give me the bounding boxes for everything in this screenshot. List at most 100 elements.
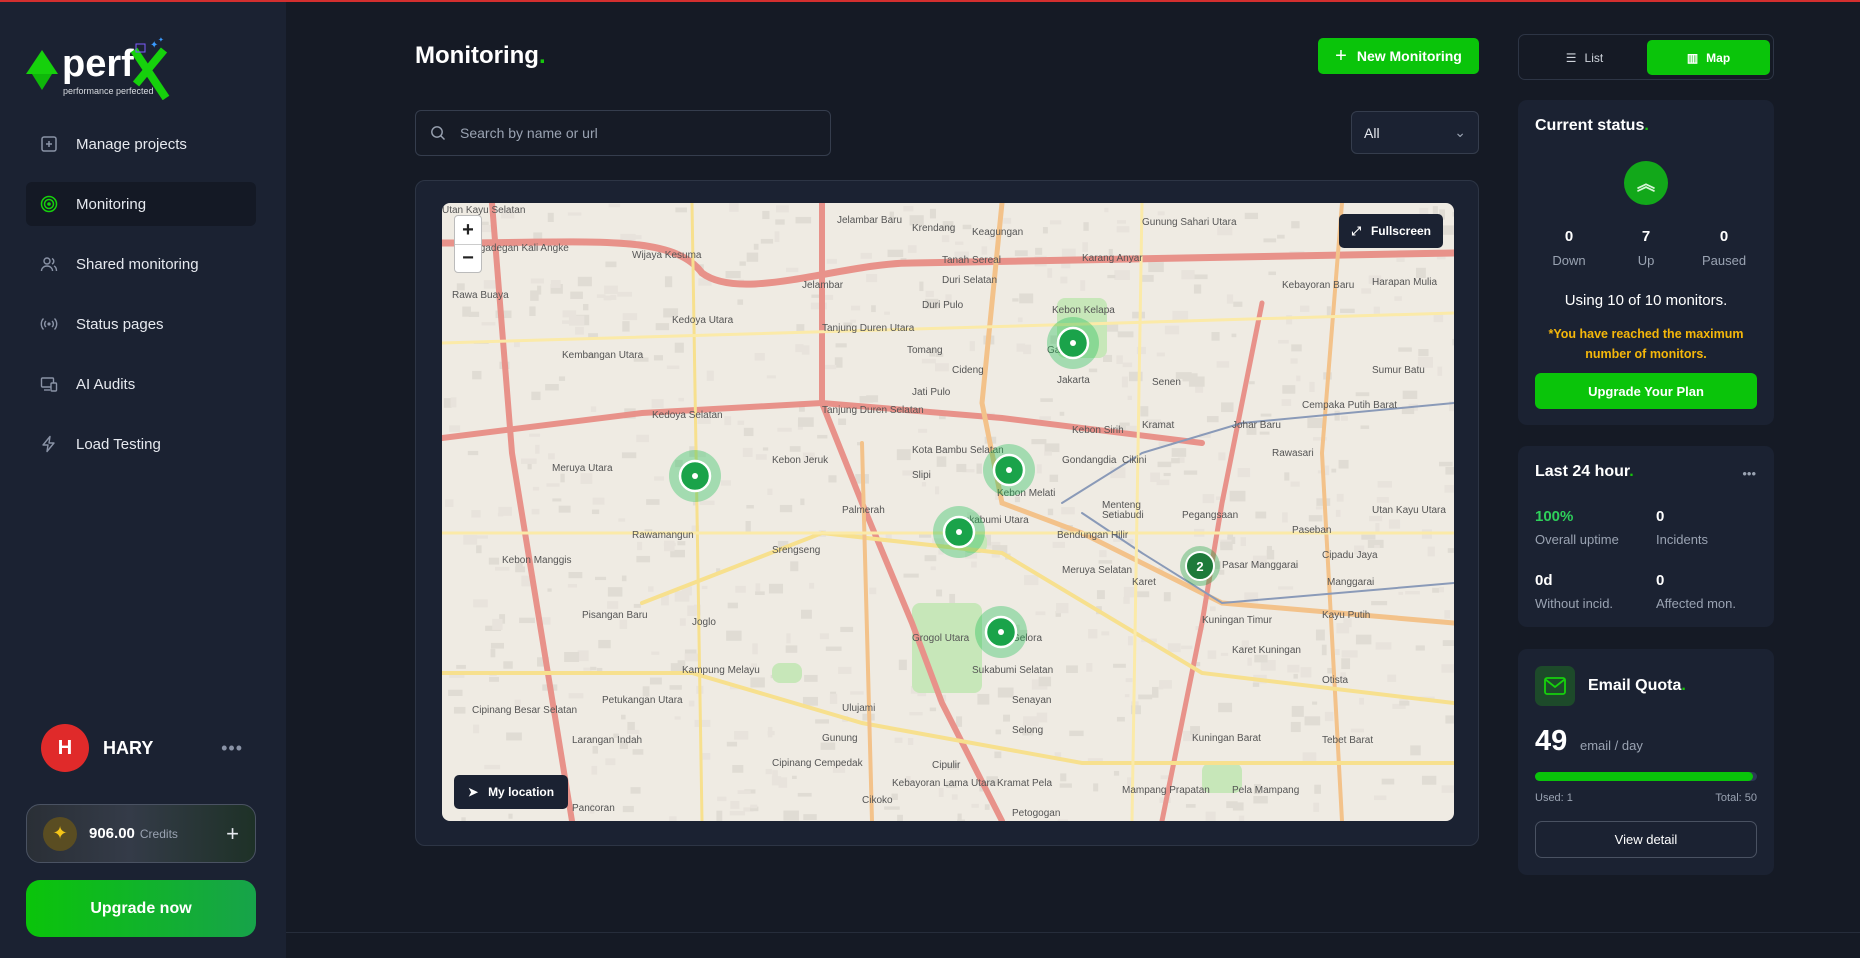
map-block [636, 555, 651, 563]
map-block [1369, 515, 1383, 522]
sidebar-item-load-testing[interactable]: Load Testing [26, 422, 256, 466]
map-block [971, 561, 977, 568]
map-block [1361, 288, 1372, 294]
zoom-in-button[interactable]: + [455, 216, 481, 244]
map-block [929, 707, 937, 712]
upgrade-now-button[interactable]: Upgrade now [26, 880, 256, 937]
map-block [994, 751, 1002, 759]
map-block [1308, 515, 1323, 522]
map-block [962, 224, 972, 230]
map-place-label: Petukangan Utara [602, 695, 683, 706]
map-block [529, 433, 541, 437]
map-block [490, 642, 504, 649]
map-block [1140, 274, 1154, 282]
upgrade-plan-button[interactable]: Upgrade Your Plan [1535, 373, 1757, 409]
sidebar-item-shared-monitoring[interactable]: Shared monitoring [26, 242, 256, 286]
user-profile[interactable]: H HARY ••• [41, 723, 251, 773]
devices-icon [40, 377, 58, 392]
sidebar-item-ai-audits[interactable]: AI Audits [26, 362, 256, 406]
search-input[interactable] [460, 125, 800, 141]
map-place-label: Gunung [822, 733, 858, 744]
map-block [1336, 493, 1344, 502]
map-place-label: Krendang [912, 223, 955, 234]
map-block [605, 261, 617, 268]
map-block [938, 787, 944, 797]
map-place-label: Kedoya Selatan [652, 410, 723, 421]
map-view-tab[interactable]: ▥ Map [1647, 40, 1770, 75]
map-block [726, 741, 738, 747]
map-block [1024, 575, 1039, 586]
map-block [669, 816, 677, 821]
list-view-tab[interactable]: ☰ List [1523, 40, 1646, 75]
fullscreen-button[interactable]: ⤢ Fullscreen [1339, 214, 1443, 248]
map-place-label: Tanjung Duren Selatan [822, 405, 924, 416]
new-monitoring-button[interactable]: + New Monitoring [1318, 38, 1479, 74]
map-block [1291, 705, 1304, 717]
map-block [473, 724, 480, 734]
without-incident-label: Without incid. [1535, 596, 1614, 611]
map-block [1405, 591, 1420, 595]
map-block [621, 575, 627, 582]
map-block [1334, 410, 1340, 421]
map-block [786, 267, 799, 273]
map-block [896, 449, 911, 461]
map-block [558, 505, 571, 513]
map-block [1047, 268, 1053, 278]
map-block [1278, 586, 1294, 590]
map-block [1099, 550, 1107, 558]
add-credits-button[interactable]: + [226, 821, 239, 847]
user-menu-icon[interactable]: ••• [221, 738, 243, 759]
sidebar-item-status-pages[interactable]: Status pages [26, 302, 256, 346]
map-block [971, 803, 979, 808]
map-place-label: Tanjung Duren Utara [822, 323, 915, 334]
map-block [798, 417, 814, 427]
map-block [1399, 701, 1410, 706]
map-block [1220, 541, 1233, 551]
status-filter-select[interactable]: All ⌄ [1351, 111, 1479, 154]
without-incident-value: 0d [1535, 572, 1553, 589]
map-block [621, 452, 637, 459]
paused-stat: 0 Paused [1701, 228, 1747, 268]
sidebar-item-manage-projects[interactable]: Manage projects [26, 122, 256, 166]
map-block [1042, 227, 1048, 234]
map-block [1350, 728, 1364, 733]
map-block [1209, 606, 1216, 612]
map-place-label: Gondangdia [1062, 455, 1117, 466]
map-block [1300, 305, 1310, 312]
map-block [760, 238, 774, 244]
map-block [1304, 716, 1321, 726]
map-canvas[interactable]: Jelambar Baru Krendang Keagungan Gunung Sah… [442, 203, 1454, 821]
map-block [664, 276, 673, 288]
zoom-out-button[interactable]: − [455, 244, 481, 272]
map-block [495, 566, 510, 571]
map-block [824, 294, 834, 300]
map-block [649, 677, 662, 685]
view-detail-button[interactable]: View detail [1535, 821, 1757, 858]
map-block [1059, 783, 1072, 788]
users-icon [40, 257, 58, 272]
map-block [1003, 714, 1011, 722]
map-block [580, 473, 593, 484]
svg-text:✦: ✦ [158, 36, 164, 44]
map-place-label: Meruya Selatan [1062, 565, 1132, 576]
map-block [1290, 721, 1301, 733]
sidebar-item-monitoring[interactable]: Monitoring [26, 182, 256, 226]
map-block [790, 561, 799, 572]
map-block [1157, 211, 1165, 216]
map-block [1181, 645, 1193, 650]
map-block [1387, 674, 1397, 682]
map-block [894, 737, 903, 743]
map-place-label: Kebon Manggis [502, 555, 572, 566]
card-menu-icon[interactable]: ••• [1742, 466, 1756, 481]
user-name: HARY [103, 737, 154, 758]
my-location-button[interactable]: ➤ My location [454, 775, 569, 809]
sidebar-item-label: Status pages [76, 315, 164, 333]
map-block [1398, 347, 1412, 352]
map-place-label: Pancoran [572, 803, 615, 814]
map-place-label: Kebayoran Baru [1282, 280, 1354, 291]
perfx-logo[interactable]: perf ✦ ✦ performance perfected [26, 36, 206, 100]
map-block [840, 626, 854, 633]
map-block [1086, 662, 1093, 672]
map-block [828, 475, 837, 483]
map[interactable]: Jelambar Baru Krendang Keagungan Gunung Sah… [442, 203, 1454, 821]
